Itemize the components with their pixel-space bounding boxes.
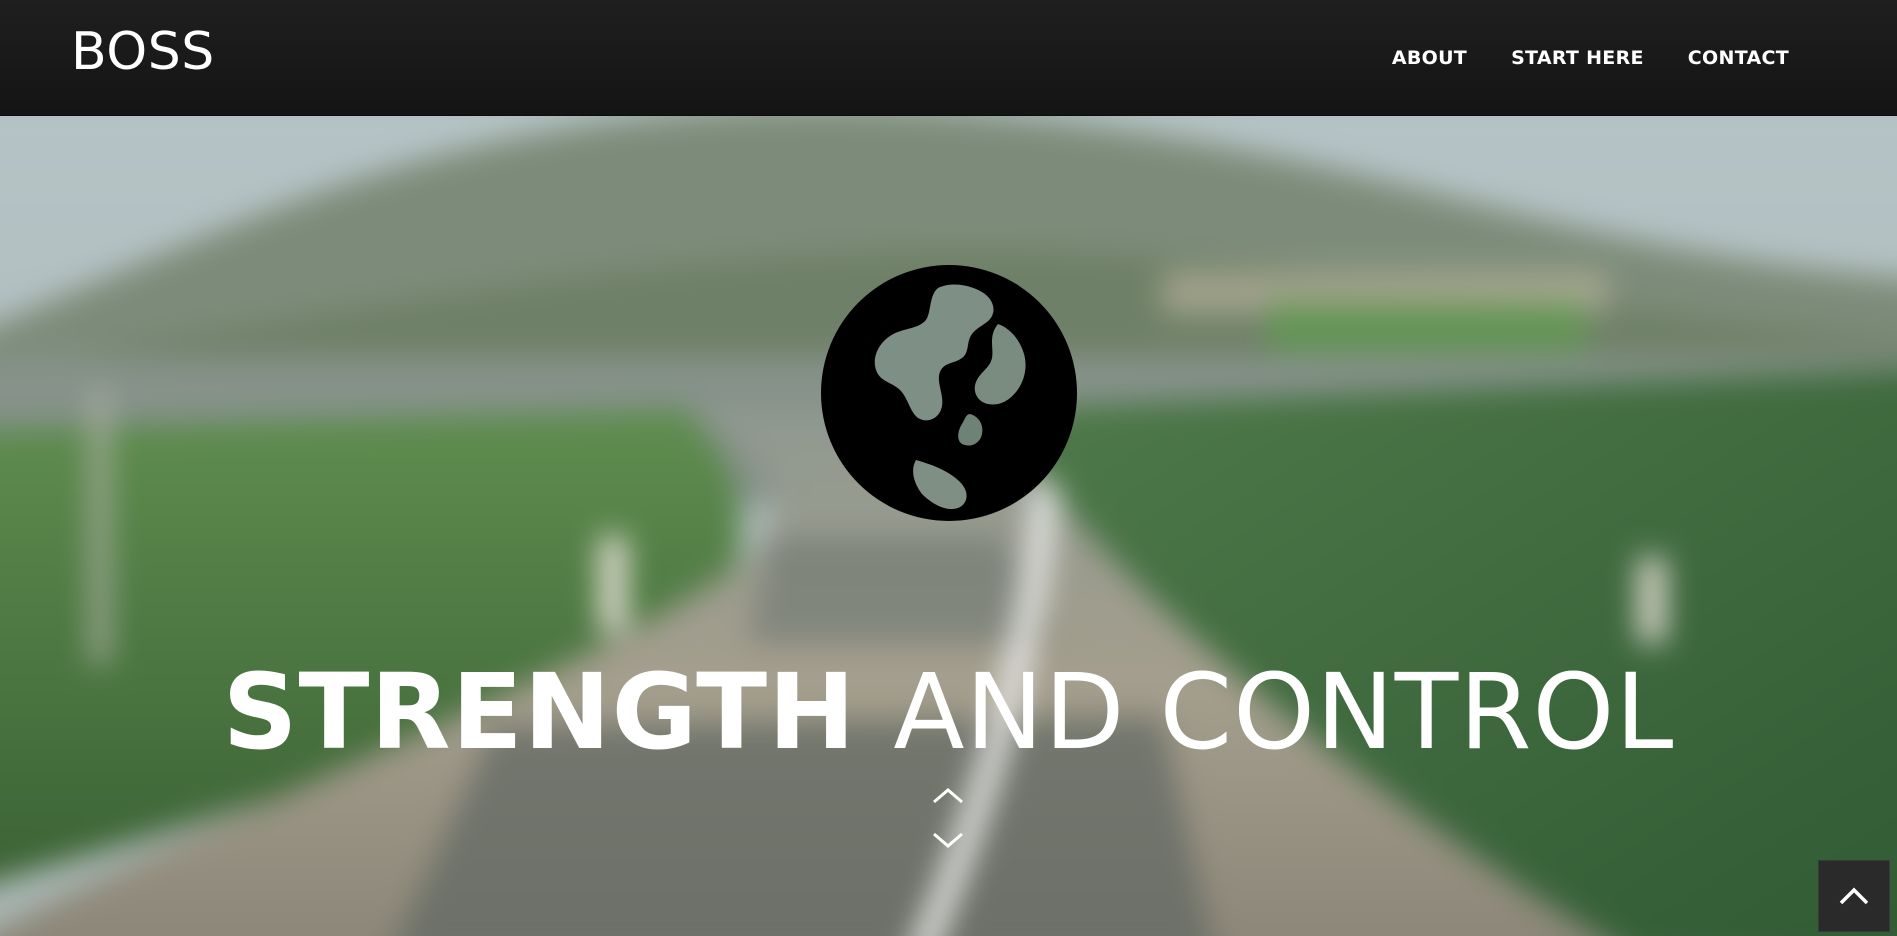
nav-link-about[interactable]: ABOUT — [1392, 47, 1467, 69]
nav-item-contact: CONTACT — [1688, 46, 1789, 70]
main-nav: ABOUT START HERE CONTACT — [1392, 46, 1789, 70]
scroll-arrows-icon[interactable] — [930, 782, 966, 862]
navbar: BOSS ABOUT START HERE CONTACT — [0, 0, 1897, 116]
headline-light: AND CONTROL — [893, 650, 1675, 773]
chevron-up-icon — [1839, 887, 1869, 905]
headline-strong: STRENGTH — [222, 650, 857, 773]
nav-link-start-here[interactable]: START HERE — [1511, 47, 1644, 69]
hero-headline: STRENGTH AND CONTROL — [0, 652, 1897, 772]
hero-section: STRENGTH AND CONTROL — [0, 116, 1897, 936]
globe-icon — [821, 265, 1077, 521]
brand-logo[interactable]: BOSS — [71, 18, 215, 86]
back-to-top-button[interactable] — [1818, 860, 1890, 932]
nav-item-start-here: START HERE — [1511, 46, 1644, 70]
nav-link-contact[interactable]: CONTACT — [1688, 47, 1789, 69]
page: BOSS ABOUT START HERE CONTACT STRENGTH A… — [0, 0, 1897, 936]
nav-item-about: ABOUT — [1392, 46, 1467, 70]
